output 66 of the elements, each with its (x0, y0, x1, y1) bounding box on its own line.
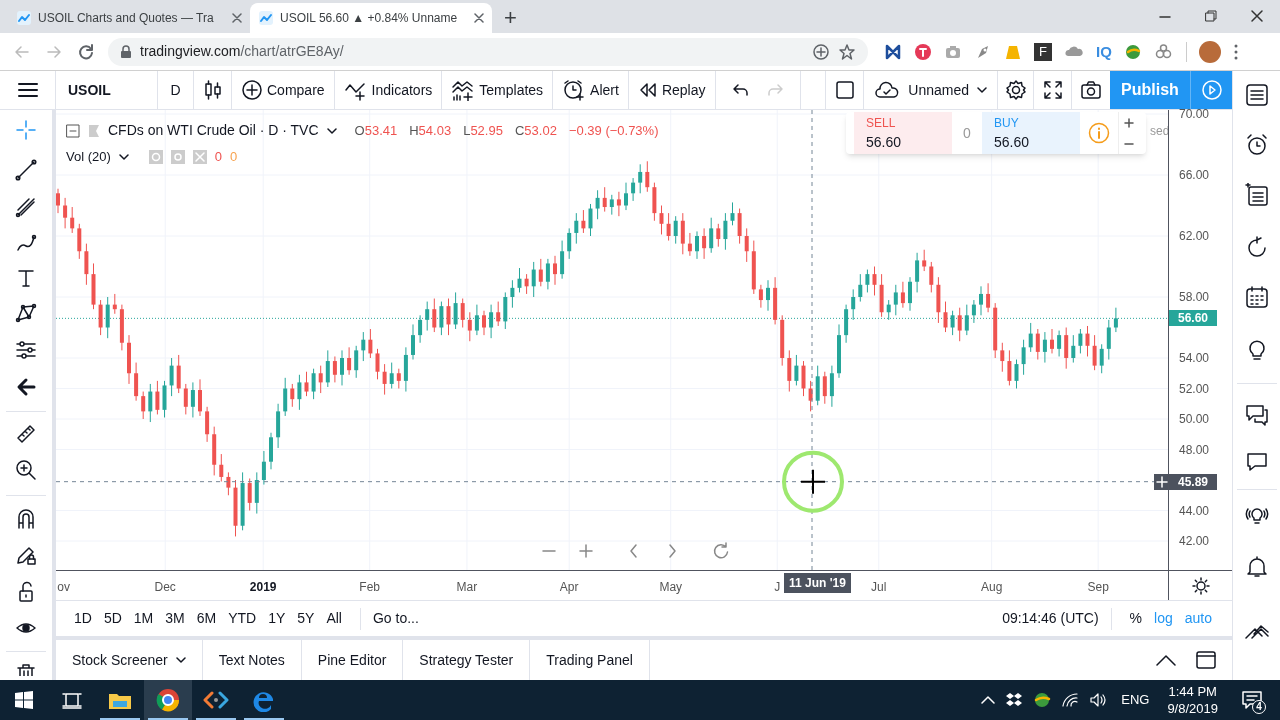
range-button[interactable]: YTD (222, 608, 263, 629)
range-button[interactable]: 1D (68, 608, 98, 629)
time-label: J (774, 579, 781, 596)
range-button[interactable]: 6M (190, 608, 223, 629)
volume-value: 0 (230, 148, 238, 166)
volume-value: 0 (214, 148, 223, 166)
price-label: 66.00 (1179, 168, 1210, 182)
price-label: 70.00 (1179, 107, 1210, 121)
address-bar[interactable]: tradingview.com/chart/atrGE8Ay/ (108, 37, 868, 66)
price-label: 42.00 (1179, 534, 1210, 548)
layout-button[interactable]: Unnamed (864, 71, 998, 109)
time-label: Aug (980, 579, 1003, 596)
symbol-title[interactable]: CFDs on WTI Crude Oil · D · TVC (108, 120, 319, 141)
time-label: Jul (871, 579, 887, 596)
sell-button[interactable]: SELL 56.60 (854, 112, 952, 154)
toolbar-button[interactable]: Compare (232, 71, 335, 109)
price-label: 48.00 (1179, 442, 1210, 457)
price-label: 58.00 (1179, 290, 1210, 304)
time-label: May (659, 579, 683, 596)
symbol-search[interactable]: USOIL (56, 71, 158, 109)
time-label: Mar (456, 579, 478, 596)
toolbar-button[interactable]: Alert (553, 71, 629, 109)
volume-label[interactable]: Vol (20) (66, 147, 111, 167)
scale-toggle[interactable]: % (1123, 608, 1149, 629)
toolbar-button[interactable]: Templates (442, 71, 554, 109)
time-label: Dec (154, 579, 176, 596)
change-value: −0.39 (−0.73%) (568, 121, 659, 140)
price-label: 62.00 (1179, 229, 1210, 243)
last-price-label: 56.60 (1169, 310, 1217, 327)
range-button[interactable]: 1M (127, 608, 160, 629)
notification-badge: 4 (1252, 700, 1266, 714)
tab-title: USOIL 56.60 ▲ +0.84% Unname (280, 10, 459, 27)
browser-tab[interactable]: USOIL 56.60 ▲ +0.84% Unname (250, 3, 492, 33)
range-button[interactable]: 5Y (291, 608, 321, 629)
time-label: Sep (1087, 579, 1109, 596)
ohlc-value: H54.03 (409, 121, 452, 140)
time-label: Apr (559, 579, 579, 596)
new-tab-button[interactable]: + (504, 7, 517, 29)
range-button[interactable]: 5D (97, 608, 128, 629)
time-label: Feb (359, 579, 381, 596)
time-label: ov (57, 579, 70, 596)
ohlc-value: C53.02 (514, 121, 557, 140)
market-status: sed (1150, 123, 1168, 140)
price-label: 52.00 (1179, 381, 1210, 396)
toolbar-button[interactable]: Replay (628, 71, 716, 109)
ohlc-value: L52.95 (463, 121, 503, 140)
clock[interactable]: 1:44 PM 9/8/2019 (1163, 683, 1222, 717)
extension-icon[interactable]: F (1034, 42, 1052, 61)
price-label: 44.00 (1179, 503, 1210, 518)
tab-title: USOIL Charts and Quotes — Tra (38, 10, 215, 27)
price-label: 54.00 (1179, 351, 1210, 365)
buy-button[interactable]: BUY 56.60 (982, 112, 1080, 154)
toolbar-button[interactable]: Indicators (334, 71, 443, 109)
url-text: tradingview.com/chart/atrGE8Ay/ (140, 42, 344, 61)
crosshair-date-label: 11 Jun '19 (784, 573, 851, 593)
price-label: 50.00 (1179, 412, 1210, 426)
clock-text[interactable]: 09:14:46 (UTC) (1002, 608, 1099, 629)
range-button[interactable]: All (320, 608, 348, 629)
range-button[interactable]: 1Y (262, 608, 292, 629)
ohlc-value: O53.41 (354, 121, 398, 140)
time-label: 2019 (249, 579, 277, 596)
spread-value: 0 (962, 123, 972, 143)
goto-button[interactable]: Go to... (373, 608, 419, 629)
interval-button[interactable]: D (158, 71, 194, 109)
language-indicator[interactable]: ENG (1117, 690, 1154, 710)
range-button[interactable]: 3M (159, 608, 191, 629)
